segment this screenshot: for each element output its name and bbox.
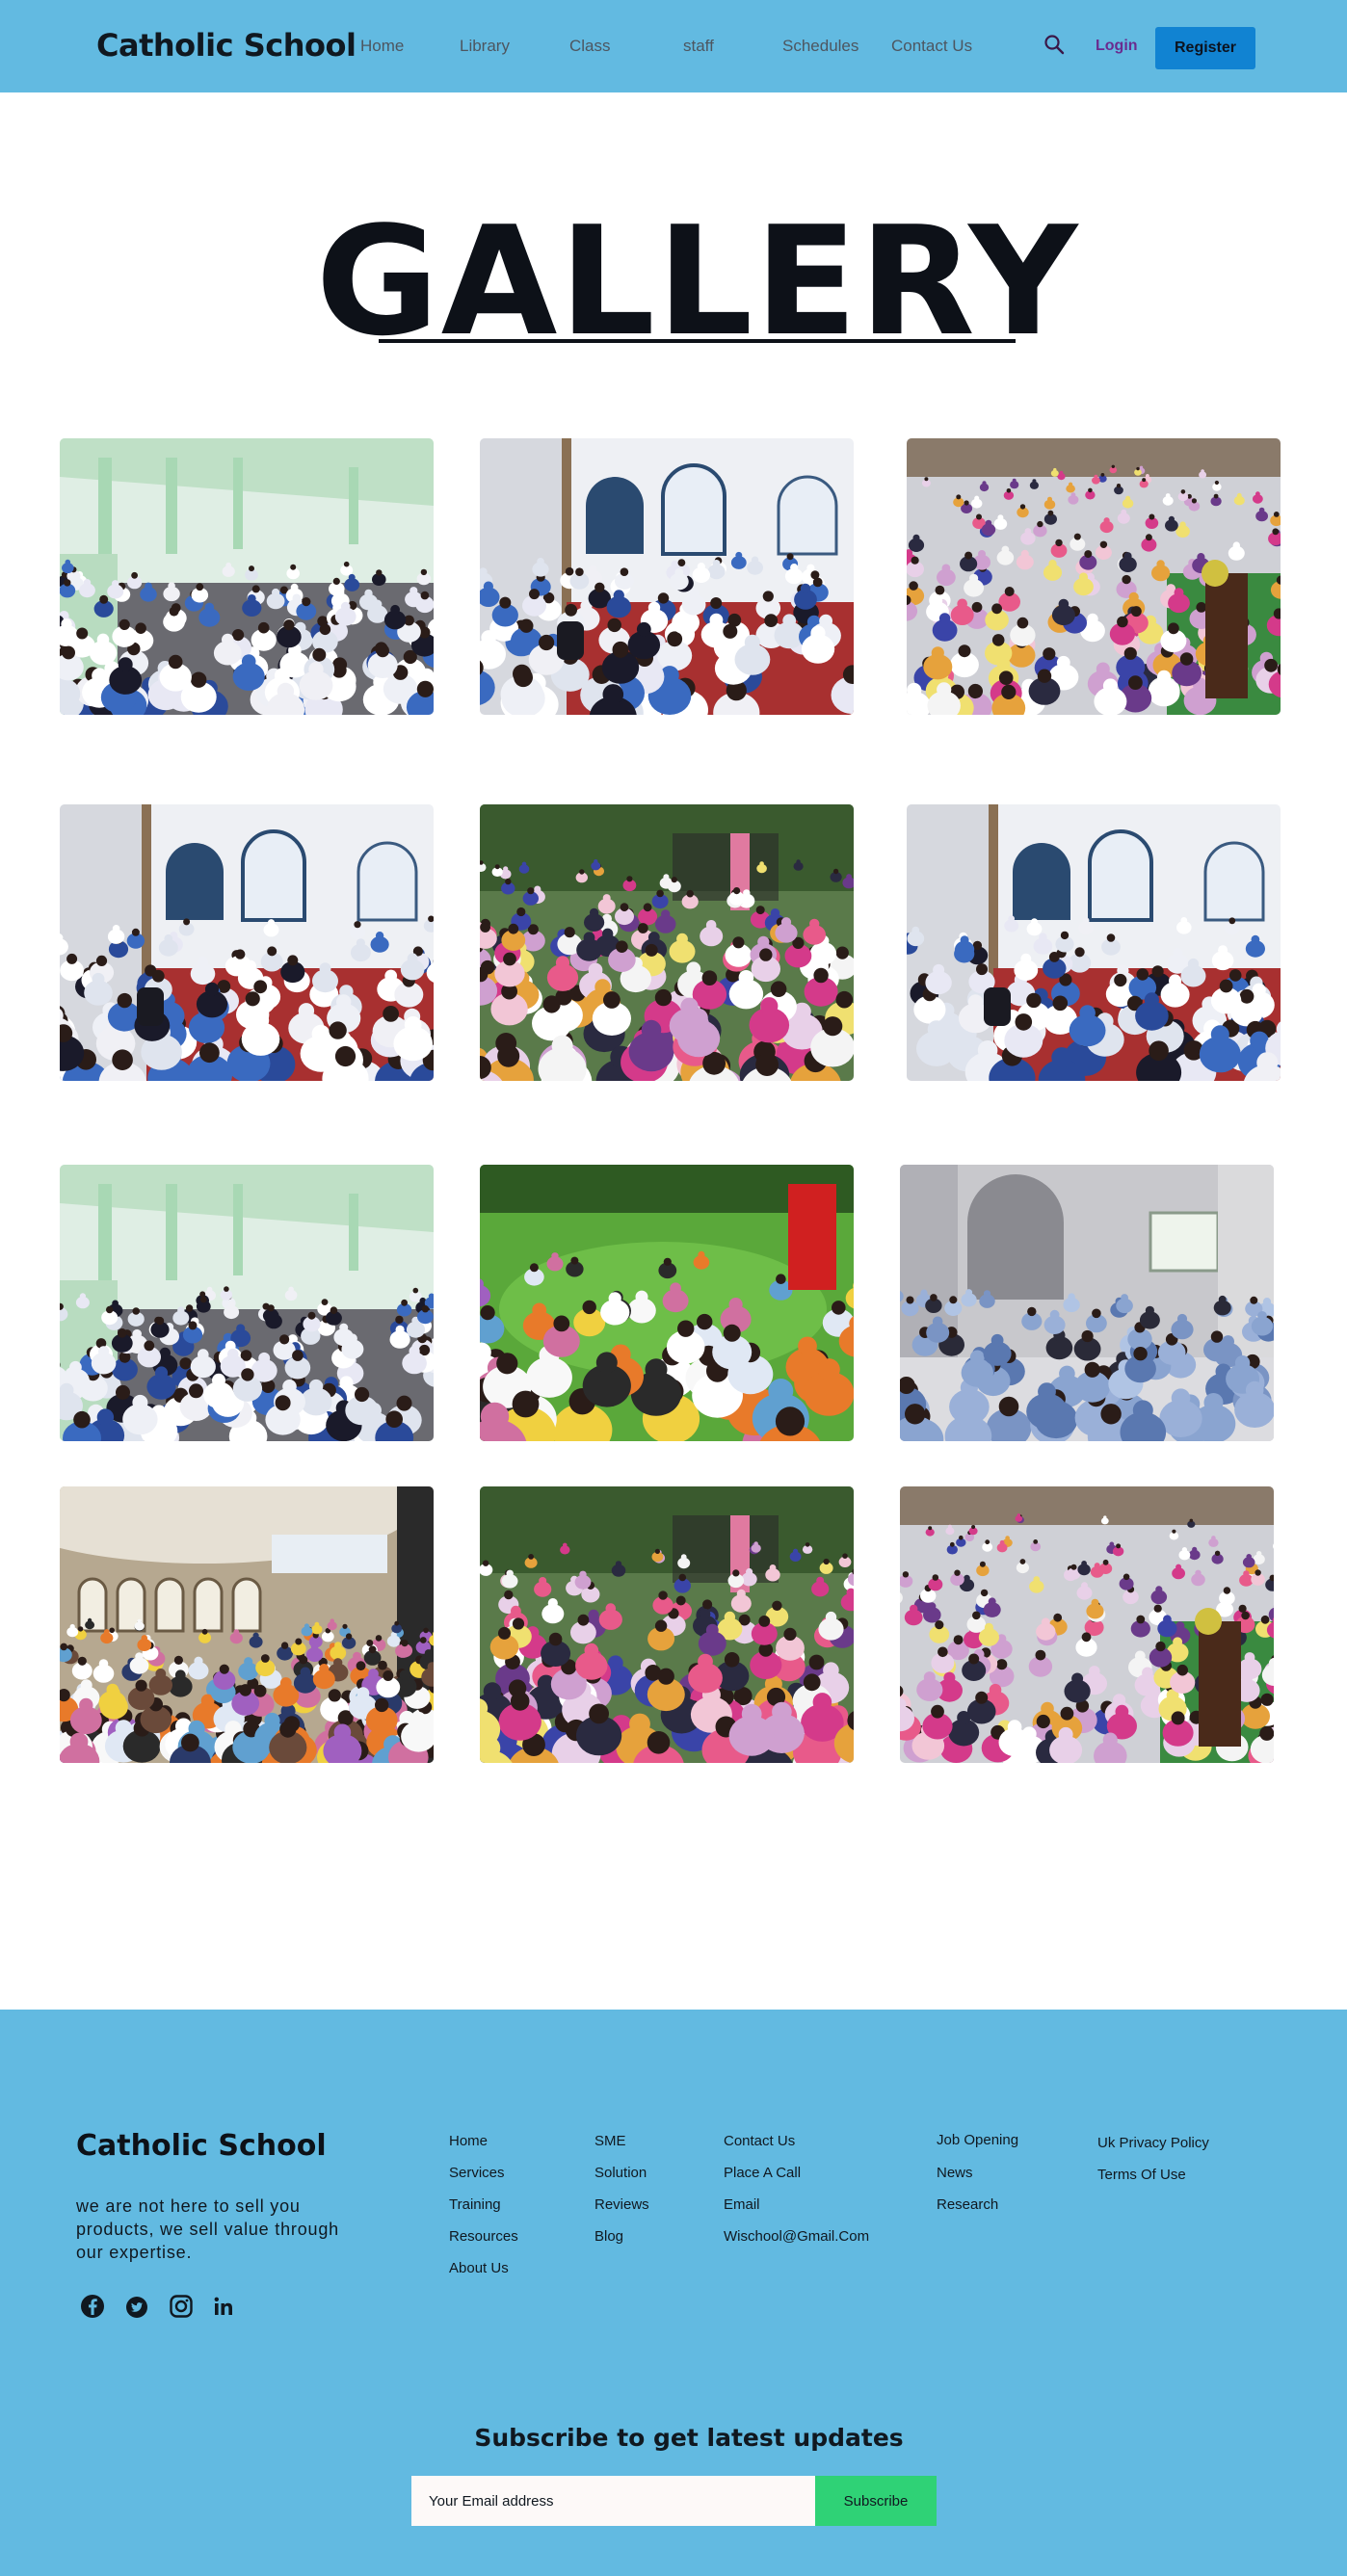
gallery-photo-image bbox=[900, 1486, 1274, 1763]
footer-link-solution[interactable]: Solution bbox=[594, 2165, 647, 2181]
gallery-photo[interactable] bbox=[480, 438, 854, 715]
gallery-photo[interactable] bbox=[60, 1486, 434, 1763]
gallery-photo[interactable] bbox=[60, 804, 434, 1081]
nav-staff[interactable]: staff bbox=[683, 37, 714, 56]
gallery-photo[interactable] bbox=[900, 1165, 1274, 1441]
twitter-icon[interactable] bbox=[123, 2293, 150, 2320]
gallery-photo-image bbox=[60, 1165, 434, 1441]
search-icon[interactable] bbox=[1043, 33, 1066, 56]
footer-link-services[interactable]: Services bbox=[449, 2165, 505, 2181]
footer-link-job-opening[interactable]: Job Opening bbox=[937, 2132, 1018, 2148]
login-link[interactable]: Login bbox=[1096, 38, 1138, 55]
nav-library[interactable]: Library bbox=[460, 37, 510, 56]
nav-class[interactable]: Class bbox=[569, 37, 611, 56]
gallery-photo-image bbox=[907, 438, 1281, 715]
gallery-photo-image bbox=[480, 1486, 854, 1763]
gallery-photo-image bbox=[480, 438, 854, 715]
footer-link-resources[interactable]: Resources bbox=[449, 2228, 518, 2245]
gallery-photo-image bbox=[60, 1486, 434, 1763]
title-underline bbox=[379, 339, 1016, 343]
gallery-photo[interactable] bbox=[900, 1486, 1274, 1763]
footer-link-terms-of-use[interactable]: Terms Of Use bbox=[1097, 2167, 1186, 2183]
subscribe-button[interactable]: Subscribe bbox=[815, 2476, 937, 2526]
gallery-photo[interactable] bbox=[60, 1165, 434, 1441]
footer-logo[interactable]: Catholic School bbox=[76, 2129, 327, 2163]
site-header: Catholic School Home Library Class staff… bbox=[0, 0, 1347, 92]
footer-link-home[interactable]: Home bbox=[449, 2133, 488, 2149]
site-logo[interactable]: Catholic School bbox=[96, 27, 357, 64]
footer-link-news[interactable]: News bbox=[937, 2165, 973, 2181]
subscribe-title: Subscribe to get latest updates bbox=[474, 2424, 904, 2452]
footer-link-blog[interactable]: Blog bbox=[594, 2228, 623, 2245]
footer-link-email[interactable]: Email bbox=[724, 2196, 760, 2213]
nav-home[interactable]: Home bbox=[360, 37, 404, 56]
instagram-icon[interactable] bbox=[168, 2293, 195, 2320]
gallery-photo[interactable] bbox=[480, 1486, 854, 1763]
footer-link-training[interactable]: Training bbox=[449, 2196, 501, 2213]
facebook-icon[interactable] bbox=[79, 2293, 106, 2320]
footer-link-contact-us[interactable]: Contact Us bbox=[724, 2133, 795, 2149]
subscribe-email-input[interactable] bbox=[411, 2476, 815, 2526]
footer-link-privacy-policy[interactable]: Uk Privacy Policy bbox=[1097, 2135, 1209, 2151]
gallery-photo-image bbox=[60, 804, 434, 1081]
gallery-photo-image bbox=[480, 1165, 854, 1441]
linkedin-icon[interactable] bbox=[210, 2293, 237, 2320]
footer-link-research[interactable]: Research bbox=[937, 2196, 998, 2213]
gallery-photo-image bbox=[907, 804, 1281, 1081]
gallery-photo-image bbox=[60, 438, 434, 715]
gallery-photo-image bbox=[480, 804, 854, 1081]
register-button[interactable]: Register bbox=[1155, 27, 1255, 69]
footer-email-address[interactable]: Wischool@Gmail.Com bbox=[724, 2228, 869, 2245]
footer-link-about-us[interactable]: About Us bbox=[449, 2260, 509, 2276]
gallery-photo-image bbox=[900, 1165, 1274, 1441]
nav-contact-us[interactable]: Contact Us bbox=[891, 37, 972, 56]
footer-link-sme[interactable]: SME bbox=[594, 2133, 626, 2149]
page-title: GALLERY bbox=[315, 194, 1080, 369]
footer-tagline: we are not here to sell you products, we… bbox=[76, 2196, 339, 2262]
gallery-photo[interactable] bbox=[480, 804, 854, 1081]
nav-schedules[interactable]: Schedules bbox=[782, 37, 858, 56]
gallery-photo[interactable] bbox=[480, 1165, 854, 1441]
footer-link-place-a-call[interactable]: Place A Call bbox=[724, 2165, 801, 2181]
gallery-photo[interactable] bbox=[907, 438, 1281, 715]
gallery-photo[interactable] bbox=[60, 438, 434, 715]
footer-link-reviews[interactable]: Reviews bbox=[594, 2196, 649, 2213]
gallery-photo[interactable] bbox=[907, 804, 1281, 1081]
